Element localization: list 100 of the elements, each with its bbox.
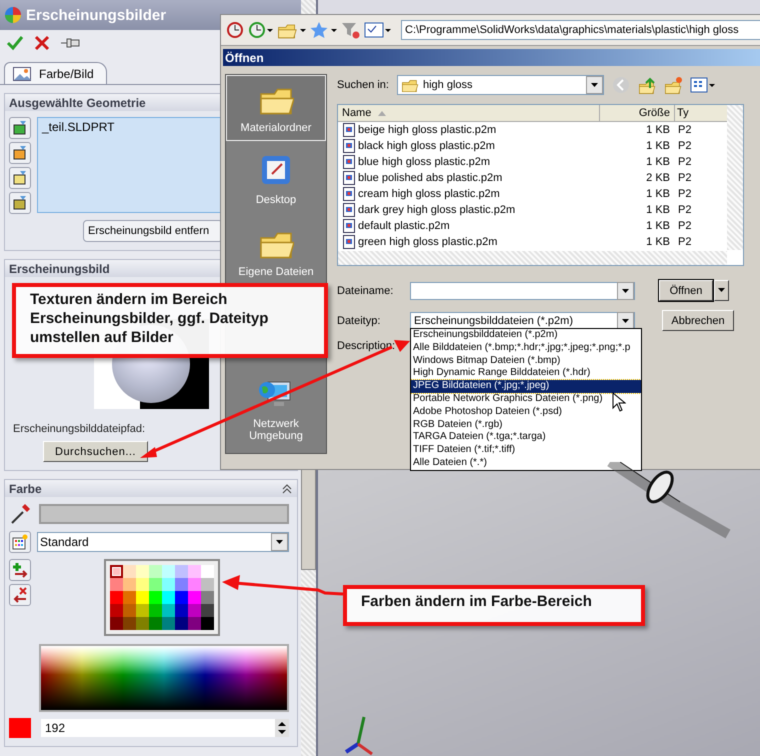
color-swatch[interactable] <box>175 617 188 630</box>
color-swatch[interactable] <box>110 604 123 617</box>
color-swatch[interactable] <box>149 617 162 630</box>
color-swatch[interactable] <box>188 565 201 578</box>
color-swatch[interactable] <box>175 591 188 604</box>
dropdown-option[interactable]: TARGA Dateien (*.tga;*.targa) <box>411 431 641 444</box>
filter-button[interactable] <box>9 117 31 139</box>
file-name[interactable]: green high gloss plastic.p2m <box>358 236 498 248</box>
file-name[interactable]: dark grey high gloss plastic.p2m <box>358 204 516 216</box>
color-swatch[interactable] <box>123 604 136 617</box>
dropdown-option[interactable]: TIFF Dateien (*.tif;*.tiff) <box>411 444 641 457</box>
open-button[interactable]: Öffnen <box>659 280 713 301</box>
color-swatch[interactable] <box>188 578 201 591</box>
place-button[interactable]: Netzwerk Umgebung <box>226 371 326 449</box>
star-icon[interactable] <box>310 21 338 39</box>
split-arrow-button[interactable] <box>714 280 729 301</box>
dropdown-option[interactable]: Alle Bilddateien (*.bmp;*.hdr;*.jpg;*.jpeg;*.png;*.p <box>411 342 641 355</box>
view-menu-icon[interactable] <box>690 76 716 94</box>
color-swatch[interactable] <box>162 591 175 604</box>
eyedropper-icon[interactable] <box>9 503 33 525</box>
checkmark-icon[interactable] <box>6 35 24 51</box>
scrollbar[interactable] <box>338 251 727 265</box>
color-swatch[interactable] <box>175 565 188 578</box>
color-swatch[interactable] <box>162 617 175 630</box>
file-name[interactable]: default plastic.p2m <box>358 220 450 232</box>
pushpin-icon[interactable] <box>60 36 82 50</box>
color-swatch[interactable] <box>162 604 175 617</box>
dropdown-option[interactable]: Portable Network Graphics Dateien (*.png) <box>411 392 641 406</box>
color-swatch[interactable] <box>136 591 149 604</box>
scrollbar[interactable] <box>727 105 743 250</box>
color-swatch[interactable] <box>201 578 214 591</box>
color-swatch[interactable] <box>188 617 201 630</box>
filter-icon[interactable] <box>341 21 361 39</box>
place-button[interactable]: Materialordner <box>226 75 326 141</box>
file-name-field[interactable] <box>410 282 635 300</box>
file-name[interactable]: blue polished abs plastic.p2m <box>358 172 502 184</box>
color-swatch[interactable] <box>149 565 162 578</box>
path-field[interactable]: C:\Programme\SolidWorks\data\graphics\materials\plastic\high gloss <box>401 20 760 40</box>
color-swatch[interactable] <box>110 591 123 604</box>
filter-button[interactable] <box>9 167 31 189</box>
color-swatch[interactable] <box>175 578 188 591</box>
column-header[interactable]: Ty <box>675 105 693 121</box>
color-swatch[interactable] <box>123 565 136 578</box>
color-spectrum[interactable] <box>39 644 289 712</box>
column-header[interactable]: Name <box>338 105 600 121</box>
section-header[interactable]: Farbe <box>5 480 297 497</box>
remove-color-button[interactable] <box>9 584 31 606</box>
color-swatch[interactable] <box>201 617 214 630</box>
color-swatch[interactable] <box>162 565 175 578</box>
color-swatch[interactable] <box>123 578 136 591</box>
browse-button[interactable]: Durchsuchen... <box>43 441 148 462</box>
color-swatch[interactable] <box>188 591 201 604</box>
close-icon[interactable] <box>34 35 50 51</box>
color-swatch[interactable] <box>175 604 188 617</box>
color-swatch[interactable] <box>110 565 123 578</box>
checklist-icon[interactable] <box>364 21 392 39</box>
tab[interactable]: Farbe/Bild <box>4 62 107 84</box>
color-swatch[interactable] <box>149 591 162 604</box>
column-header[interactable]: Größe <box>600 105 675 121</box>
color-swatch[interactable] <box>110 578 123 591</box>
remove-appearance-button[interactable]: Erscheinungsbild entfern <box>83 220 223 242</box>
cancel-button[interactable]: Abbrechen <box>662 310 734 331</box>
dropdown-option[interactable]: Adobe Photoshop Dateien (*.psd) <box>411 406 641 419</box>
color-swatch[interactable] <box>149 604 162 617</box>
file-name[interactable]: cream high gloss plastic.p2m <box>358 188 500 200</box>
color-swatch[interactable] <box>162 578 175 591</box>
new-folder-icon[interactable] <box>664 76 682 94</box>
color-field[interactable] <box>39 504 289 524</box>
clock-icon[interactable] <box>225 21 245 39</box>
file-name[interactable]: black high gloss plastic.p2m <box>358 140 495 152</box>
dropdown-option[interactable]: Alle Dateien (*.*) <box>411 456 641 470</box>
color-swatch[interactable] <box>123 617 136 630</box>
palette-button[interactable] <box>9 531 31 553</box>
dropdown-option[interactable]: Windows Bitmap Dateien (*.bmp) <box>411 354 641 368</box>
color-swatch[interactable] <box>136 565 149 578</box>
clock-icon[interactable] <box>248 21 274 39</box>
spin-arrows-icon[interactable] <box>275 719 289 737</box>
dropdown-option[interactable]: High Dynamic Range Bilddateien (*.hdr) <box>411 367 641 380</box>
collapse-icon[interactable] <box>281 482 293 494</box>
value-spinner[interactable]: 192 <box>41 719 289 737</box>
color-swatch[interactable] <box>136 604 149 617</box>
file-name[interactable]: blue high gloss plastic.p2m <box>358 156 490 168</box>
look-in-dropdown[interactable]: high gloss <box>396 75 604 95</box>
palette-dropdown[interactable]: Standard <box>37 532 289 552</box>
filter-button[interactable] <box>9 192 31 214</box>
color-swatch[interactable] <box>136 578 149 591</box>
color-swatch[interactable] <box>123 591 136 604</box>
color-swatch[interactable] <box>201 565 214 578</box>
file-type-dropdown[interactable]: Erscheinungsbilddateien (*.p2m) <box>410 312 635 330</box>
filter-button[interactable] <box>9 142 31 164</box>
add-color-button[interactable] <box>9 559 31 581</box>
color-swatch[interactable] <box>110 617 123 630</box>
dropdown-option[interactable]: Erscheinungsbilddateien (*.p2m) <box>411 329 641 342</box>
color-swatch[interactable] <box>201 591 214 604</box>
dropdown-option[interactable]: JPEG Bilddateien (*.jpg;*.jpeg) <box>411 380 641 393</box>
dropdown-option[interactable]: RGB Dateien (*.rgb) <box>411 418 641 432</box>
folder-up-icon[interactable] <box>638 76 656 94</box>
color-swatch[interactable] <box>188 604 201 617</box>
color-swatch[interactable] <box>149 578 162 591</box>
color-swatch[interactable] <box>136 617 149 630</box>
